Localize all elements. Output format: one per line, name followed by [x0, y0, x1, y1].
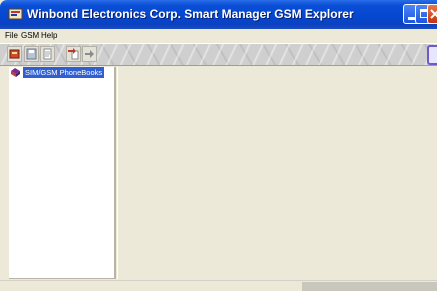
tree-item-label: SIM/GSM PhoneBooks [23, 67, 105, 78]
detail-pane[interactable] [117, 67, 437, 279]
left-margin [0, 66, 9, 280]
status-panel [302, 282, 437, 291]
save-icon [26, 48, 37, 60]
app-window: Winbond Electronics Corp. Smart Manager … [0, 0, 437, 291]
forward-button[interactable] [82, 46, 97, 62]
status-bar [0, 280, 437, 291]
tree-pane[interactable]: SIM/GSM PhoneBooks [9, 67, 116, 279]
mascot-icon[interactable] [427, 45, 437, 65]
toolbar [0, 43, 437, 66]
phonebook-icon [11, 68, 20, 77]
export-button[interactable] [66, 46, 81, 62]
save-button[interactable] [24, 46, 39, 62]
menu-file[interactable]: File [5, 31, 18, 40]
title-bar[interactable]: Winbond Electronics Corp. Smart Manager … [0, 0, 437, 29]
document-button[interactable] [40, 46, 55, 62]
window-title: Winbond Electronics Corp. Smart Manager … [27, 7, 354, 21]
document-icon [43, 48, 52, 60]
close-icon [430, 9, 437, 19]
menu-bar: File GSM Help [0, 29, 437, 43]
export-icon [68, 48, 79, 60]
connect-icon [9, 49, 20, 59]
menu-gsm[interactable]: GSM [21, 31, 39, 40]
close-button[interactable] [427, 4, 437, 24]
forward-icon [85, 50, 94, 58]
app-icon [8, 8, 23, 20]
connect-button[interactable] [7, 46, 22, 62]
menu-help[interactable]: Help [41, 31, 57, 40]
